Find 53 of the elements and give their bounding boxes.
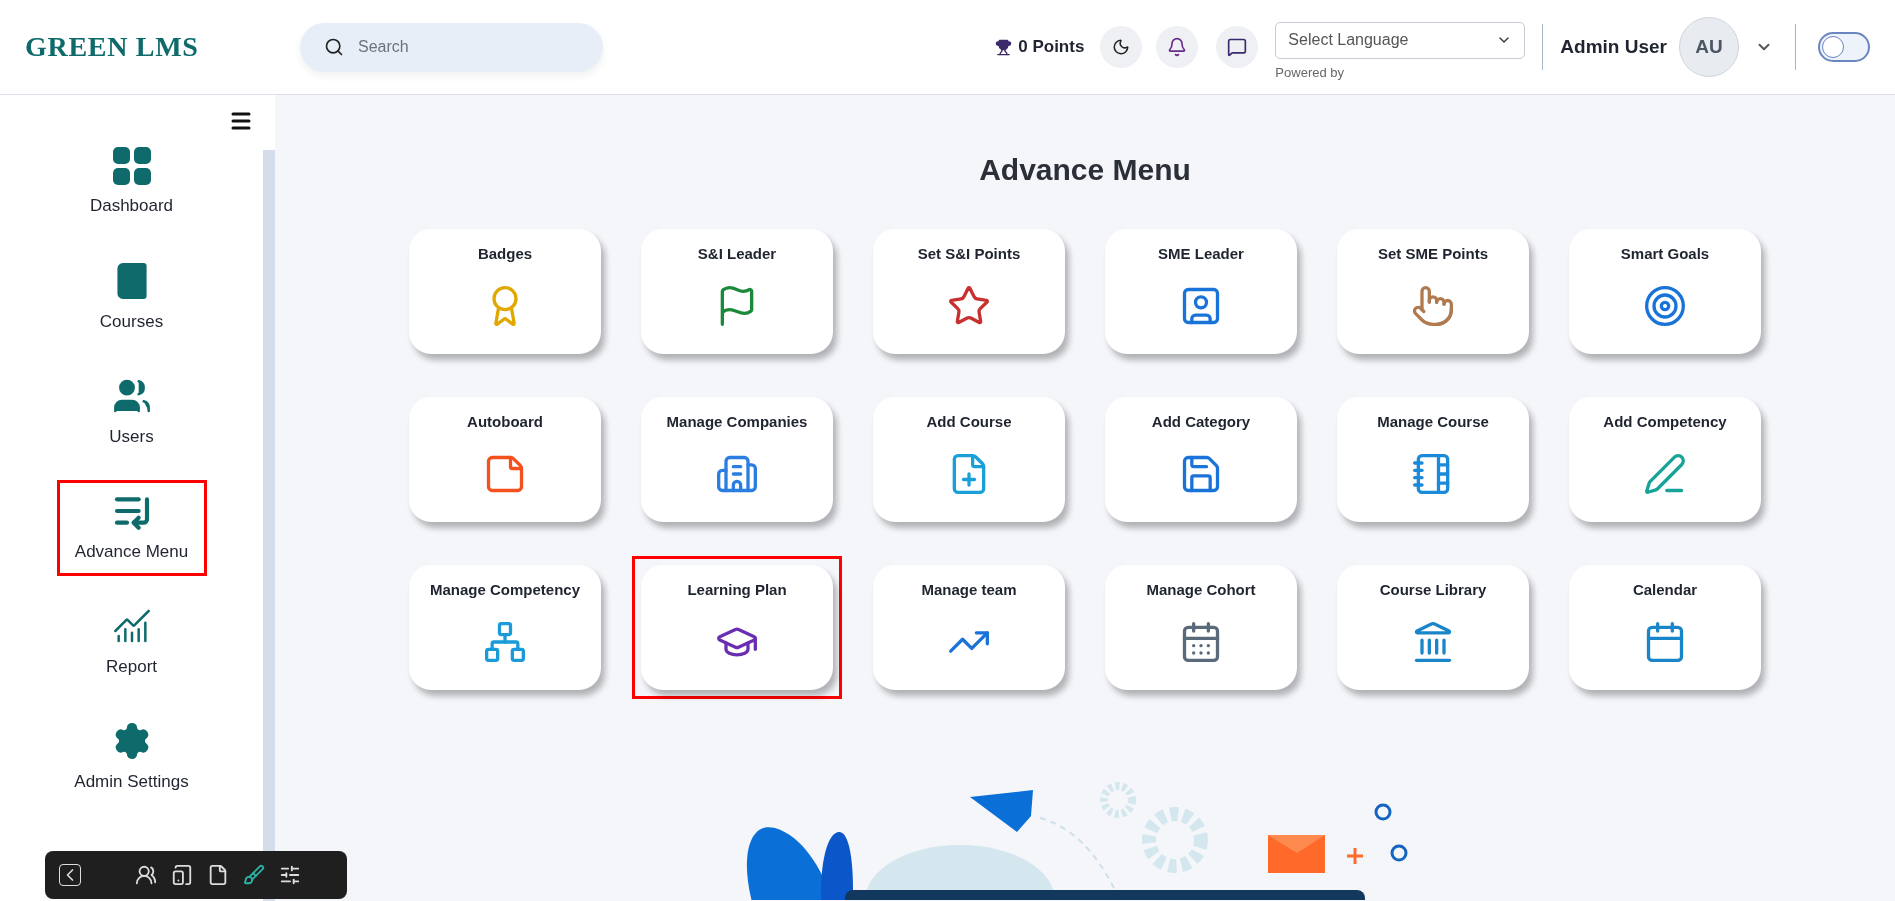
theme-toggle[interactable]: [1818, 32, 1870, 62]
tablet-icon[interactable]: [171, 864, 193, 886]
pointing-hand-icon: [1411, 283, 1455, 328]
menu-card[interactable]: SME Leader: [1105, 229, 1297, 354]
menu-card[interactable]: Set SME Points: [1337, 229, 1529, 354]
search-field[interactable]: Search: [300, 22, 603, 72]
menu-card[interactable]: Manage Companies: [641, 397, 833, 522]
menu-card[interactable]: S&I Leader: [641, 229, 833, 354]
moon-icon: [1112, 38, 1131, 56]
user-name: Admin User: [1560, 34, 1667, 59]
menu-card[interactable]: Manage Course: [1337, 397, 1529, 522]
user-avatar[interactable]: AU: [1679, 17, 1739, 77]
menu-card[interactable]: Course Library: [1337, 565, 1529, 690]
page-title: Advance Menu: [979, 152, 1191, 188]
sidebar-item[interactable]: Dashboard: [56, 135, 207, 231]
sidebar-item[interactable]: Admin Settings: [56, 710, 207, 806]
target-icon: [1643, 283, 1687, 328]
menu-card[interactable]: Manage Cohort: [1105, 565, 1297, 690]
notifications-button[interactable]: [1156, 26, 1199, 68]
menu-card[interactable]: Add Course: [873, 397, 1065, 522]
network-icon: [483, 619, 527, 664]
file-icon[interactable]: [207, 864, 229, 886]
logo[interactable]: GREEN LMS: [25, 26, 199, 68]
grid-icon: [112, 147, 151, 186]
messages-button[interactable]: [1216, 26, 1259, 68]
pen-icon: [1643, 451, 1687, 496]
menu-card[interactable]: Manage team: [873, 565, 1065, 690]
menu-card[interactable]: Set S&I Points: [873, 229, 1065, 354]
menu-card[interactable]: Add Category: [1105, 397, 1297, 522]
bell-icon: [1167, 37, 1188, 57]
sliders-icon[interactable]: [279, 864, 301, 886]
menu-card[interactable]: Badges: [409, 229, 601, 354]
menu-card[interactable]: Add Competency: [1569, 397, 1761, 522]
collapse-icon[interactable]: [59, 864, 81, 886]
sidebar-item[interactable]: Users: [56, 365, 207, 461]
scrollbar-track[interactable]: [263, 150, 275, 901]
sidebar-item[interactable]: Report: [56, 595, 207, 691]
sidebar-item[interactable]: Courses: [56, 250, 207, 346]
dark-mode-button[interactable]: [1100, 26, 1143, 68]
language-select[interactable]: Select Language: [1275, 21, 1526, 59]
points-count: 0 Points: [1018, 36, 1085, 59]
users-icon[interactable]: [135, 864, 157, 886]
chat-icon: [1227, 37, 1248, 57]
search-icon: [324, 36, 344, 57]
menu-card[interactable]: Autoboard: [409, 397, 601, 522]
powered-by-text: Powered by: [1275, 63, 1345, 82]
sidebar-item[interactable]: Advance Menu: [56, 480, 207, 576]
menu-card[interactable]: Learning Plan: [641, 565, 833, 690]
menu-card[interactable]: Smart Goals: [1569, 229, 1761, 354]
menu-card[interactable]: Calendar: [1569, 565, 1761, 690]
trophy-icon: [995, 38, 1013, 56]
brush-icon[interactable]: [243, 864, 265, 886]
menu-card[interactable]: Manage Competency: [409, 565, 601, 690]
